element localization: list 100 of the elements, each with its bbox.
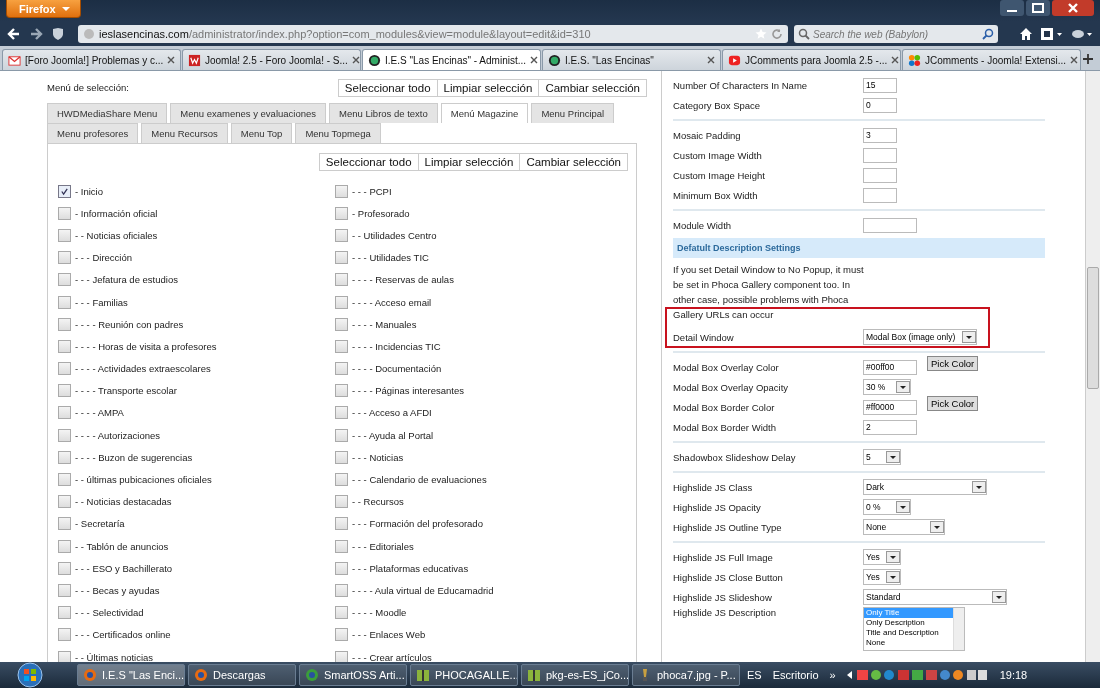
taskbar-button[interactable]: phoca7.jpg - P... xyxy=(632,664,740,686)
taskbar-button[interactable]: PHOCAGALLE... xyxy=(410,664,518,686)
dropdown[interactable]: 30 % xyxy=(863,379,911,395)
checkbox[interactable] xyxy=(335,628,348,642)
dropdown[interactable]: Modal Box (image only) xyxy=(863,329,977,345)
checkbox[interactable] xyxy=(58,428,71,442)
selection-button[interactable]: Limpiar selección xyxy=(417,153,521,171)
menu-tab[interactable]: Menu profesores xyxy=(47,123,139,143)
address-bar[interactable]: ieslasencinas.com/administrator/index.php?option=com_modules&view=module&layout=edit&id=310 xyxy=(78,25,788,43)
checkbox[interactable] xyxy=(335,473,348,487)
close-icon[interactable] xyxy=(891,56,900,64)
browser-tab[interactable]: JComments - Joomla! Extensi... xyxy=(902,49,1081,70)
reload-icon[interactable] xyxy=(771,28,783,40)
checkbox[interactable] xyxy=(58,295,71,309)
checkbox[interactable] xyxy=(335,228,348,242)
checkbox[interactable] xyxy=(58,251,71,265)
checkbox[interactable] xyxy=(335,450,348,464)
menu-tab[interactable]: Menu Principal xyxy=(531,103,615,123)
text-field[interactable] xyxy=(863,217,917,233)
checkbox[interactable] xyxy=(335,384,348,398)
checkbox[interactable] xyxy=(335,251,348,265)
back-icon[interactable] xyxy=(6,26,22,42)
search-bar[interactable]: Search the web (Babylon) xyxy=(794,25,998,43)
checkbox[interactable] xyxy=(335,561,348,575)
menu-tab[interactable]: Menu examenes y evaluaciones xyxy=(170,103,327,123)
maximize-icon[interactable] xyxy=(1026,0,1050,16)
close-icon[interactable] xyxy=(167,56,176,64)
text-field[interactable]: 2 xyxy=(863,419,917,435)
selection-button[interactable]: Seleccionar todo xyxy=(337,79,438,97)
text-field[interactable] xyxy=(863,147,897,163)
language-indicator[interactable]: ES xyxy=(743,669,766,681)
checkbox[interactable] xyxy=(58,273,71,287)
checkbox[interactable] xyxy=(335,583,348,597)
browser-tab[interactable]: I.E.S. "Las Encinas" xyxy=(542,49,721,70)
dropdown[interactable]: None xyxy=(863,519,945,535)
browser-tab[interactable]: [Foro Joomla!] Problemas y c... xyxy=(2,49,181,70)
close-icon[interactable] xyxy=(530,56,539,64)
checkbox[interactable] xyxy=(335,539,348,553)
taskbar-button[interactable]: pkg-es-ES_jCo... xyxy=(521,664,629,686)
search-field[interactable]: Search the web (Babylon) xyxy=(813,28,979,40)
selection-button[interactable]: Cambiar selección xyxy=(519,153,628,171)
dropdown[interactable]: 5 xyxy=(863,449,901,465)
bookmarks-icon[interactable] xyxy=(1040,26,1064,42)
checkbox[interactable] xyxy=(335,650,348,662)
tray-icons-drawing[interactable] xyxy=(846,668,987,682)
close-icon[interactable] xyxy=(1052,0,1094,16)
color-field[interactable]: #00ff00 xyxy=(863,359,917,375)
list-option[interactable]: None xyxy=(864,638,953,648)
scrollbar[interactable] xyxy=(953,608,964,650)
text-field[interactable]: 15 xyxy=(863,77,897,93)
dropdown[interactable]: Standard xyxy=(863,589,1007,605)
checkbox[interactable] xyxy=(58,561,71,575)
checkbox[interactable] xyxy=(58,495,71,509)
checkbox[interactable] xyxy=(58,384,71,398)
checkbox[interactable] xyxy=(335,406,348,420)
checkbox[interactable] xyxy=(58,206,71,220)
checkbox[interactable] xyxy=(58,606,71,620)
checkbox[interactable] xyxy=(335,295,348,309)
menu-tab[interactable]: Menu Top xyxy=(230,123,293,143)
scrollbar-thumb[interactable] xyxy=(1087,267,1099,389)
text-field[interactable]: 0 xyxy=(863,97,897,113)
checkbox[interactable] xyxy=(335,428,348,442)
list-option[interactable]: Only Description xyxy=(864,618,953,628)
text-field[interactable] xyxy=(863,187,897,203)
checkbox[interactable] xyxy=(335,206,348,220)
scrollbar[interactable] xyxy=(1085,71,1100,662)
shield-icon[interactable] xyxy=(50,26,66,42)
dropdown[interactable]: Dark xyxy=(863,479,987,495)
close-icon[interactable] xyxy=(351,56,360,64)
checkbox[interactable] xyxy=(335,184,348,198)
browser-tab[interactable]: Joomla! 2.5 - Foro Joomla! - S... xyxy=(182,49,361,70)
star-icon[interactable] xyxy=(755,28,767,40)
checkbox[interactable] xyxy=(58,517,71,531)
menu-tab[interactable]: HWDMediaShare Menu xyxy=(47,103,168,123)
close-icon[interactable] xyxy=(1070,56,1079,64)
taskbar-button[interactable]: SmartOSS Arti... xyxy=(299,664,407,686)
color-field[interactable]: #ff0000 xyxy=(863,399,917,415)
dropdown[interactable]: Yes xyxy=(863,549,901,565)
taskbar-button[interactable]: Descargas xyxy=(188,664,296,686)
text-field[interactable]: 3 xyxy=(863,127,897,143)
minimize-icon[interactable] xyxy=(1000,0,1024,16)
taskbar-button[interactable]: I.E.S "Las Enci... xyxy=(77,664,185,686)
menu-tab[interactable]: Menu Recursos xyxy=(141,123,228,143)
text-field[interactable] xyxy=(863,167,897,183)
close-icon[interactable] xyxy=(707,56,715,64)
checkbox[interactable] xyxy=(335,517,348,531)
checkbox[interactable] xyxy=(58,339,71,353)
home-icon[interactable] xyxy=(1018,26,1034,42)
checkbox[interactable] xyxy=(335,362,348,376)
checkbox[interactable] xyxy=(58,450,71,464)
checkbox[interactable] xyxy=(58,650,71,662)
selection-button[interactable]: Seleccionar todo xyxy=(318,153,419,171)
checkbox[interactable] xyxy=(335,495,348,509)
checkbox[interactable] xyxy=(58,539,71,553)
dropdown[interactable]: Yes xyxy=(863,569,901,585)
browser-tab[interactable]: I.E.S "Las Encinas" - Administ... xyxy=(362,49,541,70)
forward-icon[interactable] xyxy=(28,26,44,42)
new-tab-icon[interactable] xyxy=(1082,53,1094,65)
checkbox[interactable] xyxy=(335,273,348,287)
checkbox[interactable] xyxy=(58,362,71,376)
